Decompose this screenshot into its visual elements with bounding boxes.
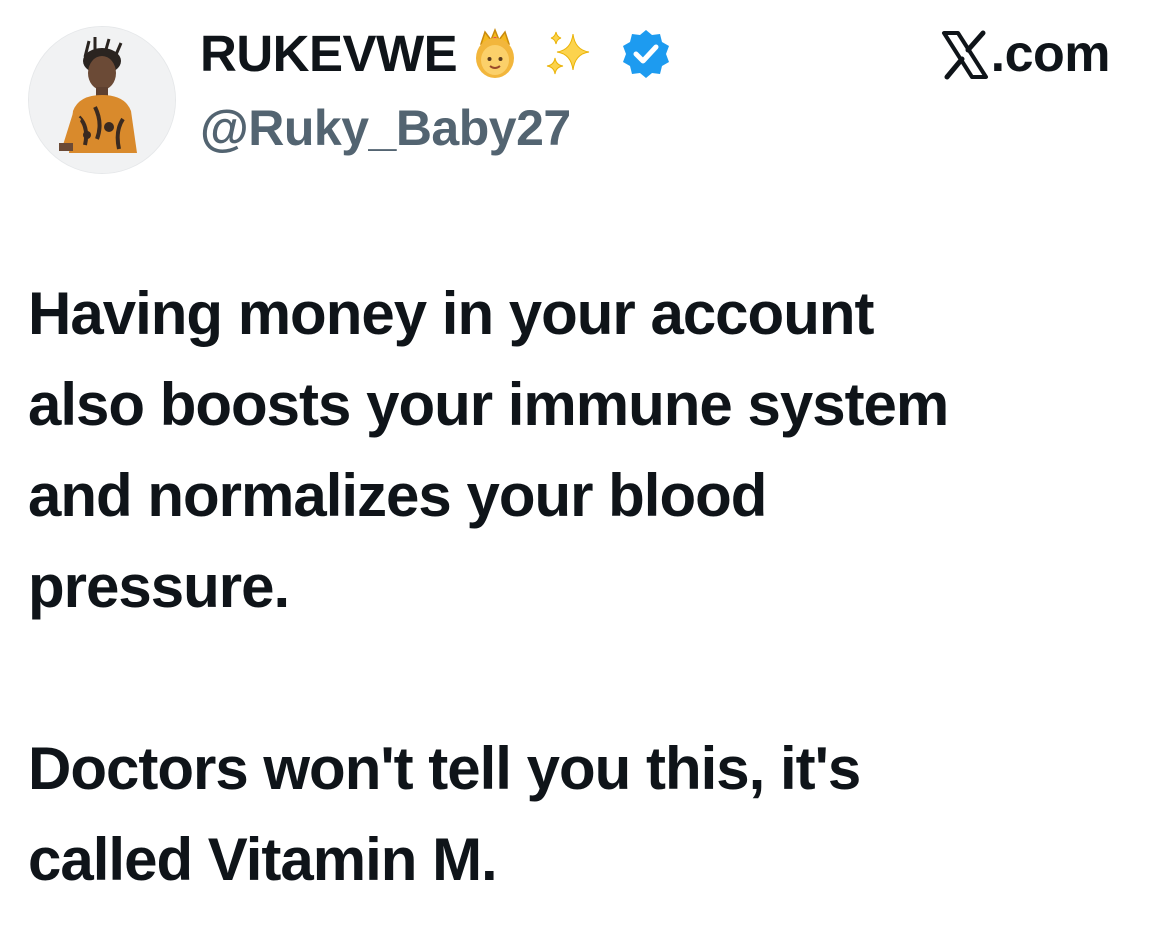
tweet-paragraph: Doctors won't tell you this, it's called…	[28, 735, 861, 893]
verified-badge-icon[interactable]	[619, 27, 673, 81]
tweet-paragraph: Having money in your account also boosts…	[28, 280, 949, 620]
source-label: .com	[990, 25, 1111, 83]
avatar-photo	[29, 27, 175, 173]
sparkles-emoji-icon	[543, 28, 595, 80]
author-handle[interactable]: @Ruky_Baby27	[200, 98, 571, 158]
x-logo-icon	[941, 30, 989, 80]
tweet-text: Having money in your account also boosts…	[28, 268, 1138, 905]
author-display-name[interactable]: RUKEVWE	[200, 26, 458, 82]
author-name-row: RUKEVWE	[200, 26, 673, 82]
avatar[interactable]	[28, 26, 176, 174]
source-watermark: .com	[941, 24, 1111, 84]
tweet-header: RUKEVWE @Ruky_Baby27 .com	[0, 0, 1170, 190]
princess-emoji-icon	[469, 28, 521, 80]
